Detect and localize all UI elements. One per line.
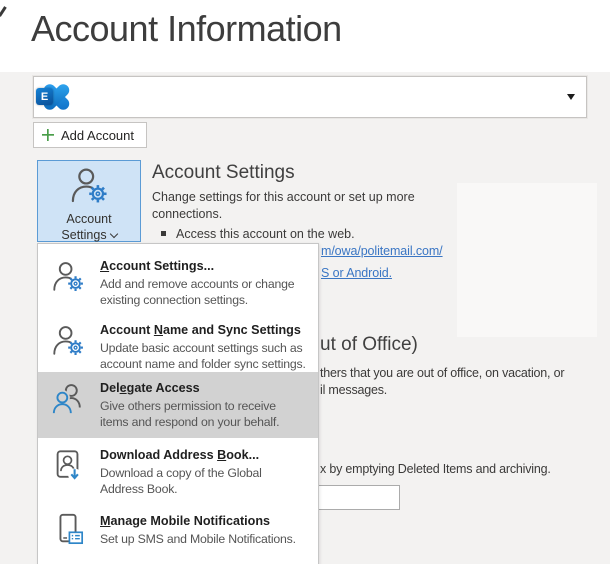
menu-item-title: Delegate Access: [100, 381, 200, 395]
menu-item-account-name-sync[interactable]: Account Name and Sync Settings Update ba…: [38, 318, 318, 376]
menu-item-title: Download Address Book...: [100, 448, 260, 462]
account-settings-heading: Account Settings: [152, 162, 295, 183]
automatic-replies-heading-fragment: ut of Office): [320, 334, 418, 355]
person-gear-icon: [51, 324, 85, 363]
menu-item-description: Download a copy of the Global Address Boo…: [100, 466, 262, 496]
automatic-replies-text-fragment-2: il messages.: [320, 383, 388, 397]
mobile-app-link[interactable]: S or Android.: [321, 266, 392, 280]
background-panel: [457, 183, 597, 337]
dropdown-caret-icon[interactable]: [567, 94, 575, 100]
access-web-bullet: Access this account on the web.: [161, 227, 355, 241]
owa-link[interactable]: m/owa/politemail.com/: [321, 244, 443, 258]
account-settings-menu: Account Settings... Add and remove accou…: [37, 243, 319, 564]
account-information-page: Account Information E Add Account Accoun…: [0, 0, 610, 564]
add-account-button[interactable]: Add Account: [33, 122, 147, 148]
person-gear-icon: [51, 260, 85, 299]
account-selector[interactable]: E: [33, 76, 587, 118]
menu-item-title: Account Name and Sync Settings: [100, 323, 301, 337]
menu-item-manage-mobile-notifications[interactable]: Manage Mobile Notifications Set up SMS a…: [38, 509, 318, 563]
mailbox-size-gauge: [318, 485, 400, 510]
menu-item-description: Set up SMS and Mobile Notifications.: [100, 532, 296, 546]
account-settings-tile-button[interactable]: Account Settings: [37, 160, 141, 242]
account-settings-description: Change settings for this account or set …: [152, 190, 415, 221]
page-title: Account Information: [31, 8, 342, 49]
mailbox-cleanup-text-fragment: x by emptying Deleted Items and archivin…: [320, 462, 551, 476]
menu-item-description: Give others permission to receive items a…: [100, 399, 280, 429]
bullet-icon: [161, 231, 166, 236]
menu-item-delegate-access[interactable]: Delegate Access Give others permission t…: [38, 372, 318, 438]
person-gear-icon: [69, 161, 109, 211]
menu-item-download-address-book[interactable]: Download Address Book... Download a copy…: [38, 443, 318, 505]
menu-item-title: Manage Mobile Notifications: [100, 514, 271, 528]
exchange-letter: E: [36, 88, 53, 105]
tile-label-line1: Account: [66, 212, 112, 226]
plus-icon: [42, 129, 54, 141]
tile-label-line2: Settings: [61, 228, 107, 242]
menu-item-account-settings[interactable]: Account Settings... Add and remove accou…: [38, 254, 318, 312]
mobile-notifications-icon: [51, 512, 85, 551]
menu-item-title: Account Settings...: [100, 259, 215, 273]
menu-item-description: Add and remove accounts or change existin…: [100, 277, 295, 307]
add-account-label: Add Account: [61, 127, 134, 143]
chevron-down-icon: [109, 229, 118, 239]
automatic-replies-text-fragment-1: thers that you are out of office, on vac…: [320, 366, 565, 380]
menu-item-description: Update basic account settings such as acc…: [100, 341, 306, 371]
delegate-people-icon: [51, 382, 85, 421]
address-book-download-icon: [51, 448, 85, 487]
exchange-logo-icon: E: [36, 78, 75, 116]
